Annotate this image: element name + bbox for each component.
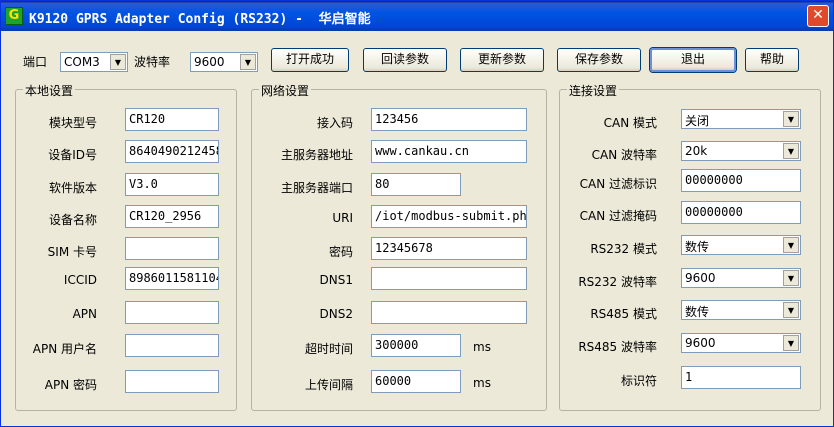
local-field-input[interactable]: CR120 (125, 108, 219, 131)
chevron-down-icon[interactable]: ▼ (783, 270, 799, 286)
network-field-label: 主服务器端口 (280, 181, 353, 195)
connection-field-label: RS232 波特率 (578, 275, 657, 289)
help-button[interactable]: 帮助 (745, 48, 799, 72)
open-port-button[interactable]: 打开成功 (271, 48, 349, 72)
local-field-label: 模块型号 (48, 116, 97, 130)
local-field-label: 设备名称 (48, 213, 97, 227)
baud-value: 9600 (194, 55, 225, 69)
port-value: COM3 (64, 55, 100, 69)
network-field-input[interactable]: 300000 (371, 334, 461, 357)
connection-field-select[interactable]: 数传 ▼ (681, 300, 801, 320)
save-params-button[interactable]: 保存参数 (557, 48, 641, 72)
network-field-input[interactable]: 123456 (371, 108, 527, 131)
exit-button[interactable]: 退出 (650, 48, 736, 72)
close-button[interactable]: ✕ (807, 5, 829, 27)
network-field-input[interactable] (371, 267, 527, 290)
title-bar[interactable]: G K9120 GPRS Adapter Config (RS232) - 华启… (1, 1, 833, 31)
read-params-button[interactable]: 回读参数 (363, 48, 447, 72)
connection-field-label: 标识符 (620, 374, 657, 388)
port-select[interactable]: COM3 ▼ (60, 52, 128, 72)
app-icon: G (5, 7, 23, 25)
local-field-label: 设备ID号 (48, 148, 97, 162)
connection-field-label: CAN 模式 (603, 116, 657, 130)
network-settings-title: 网络设置 (259, 82, 312, 99)
local-field-label: 软件版本 (48, 181, 97, 195)
network-field-unit: ms (473, 376, 491, 390)
chevron-down-icon[interactable]: ▼ (783, 143, 799, 159)
network-field-input[interactable]: 12345678 (371, 237, 527, 260)
network-field-label: 超时时间 (304, 342, 353, 356)
local-field-input[interactable] (125, 301, 219, 324)
local-field-input[interactable]: V3.0 (125, 173, 219, 196)
connection-field-value: 9600 (685, 271, 716, 285)
local-field-input[interactable] (125, 334, 219, 357)
connection-field-value: 关闭 (685, 114, 710, 128)
chevron-down-icon[interactable]: ▼ (110, 54, 126, 70)
local-field-label: APN 用户名 (32, 342, 97, 356)
chevron-down-icon[interactable]: ▼ (783, 111, 799, 127)
connection-field-value: 20k (685, 144, 708, 158)
connection-field-label: CAN 过滤标识 (579, 177, 657, 191)
network-field-input[interactable] (371, 301, 527, 324)
connection-field-input[interactable]: 1 (681, 366, 801, 389)
connection-field-label: RS232 模式 (590, 242, 657, 256)
local-field-label: SIM 卡号 (47, 245, 97, 259)
network-field-label: DNS1 (319, 273, 353, 287)
connection-field-select[interactable]: 20k ▼ (681, 141, 801, 161)
network-field-label: URI (332, 211, 353, 225)
local-field-input[interactable]: 8986011581104 (125, 267, 219, 290)
connection-field-value: 9600 (685, 336, 716, 350)
chevron-down-icon[interactable]: ▼ (240, 54, 256, 70)
local-field-label: APN (72, 307, 97, 321)
local-field-label: APN 密码 (44, 378, 97, 392)
network-field-unit: ms (473, 340, 491, 354)
baud-label: 波特率 (134, 55, 171, 69)
local-field-input[interactable]: 8640490212458 (125, 140, 219, 163)
network-field-label: DNS2 (319, 307, 353, 321)
network-field-label: 上传间隔 (304, 378, 353, 392)
network-field-input[interactable]: www.cankau.cn (371, 140, 527, 163)
connection-field-label: RS485 波特率 (578, 340, 657, 354)
update-params-button[interactable]: 更新参数 (460, 48, 544, 72)
baud-select[interactable]: 9600 ▼ (190, 52, 258, 72)
connection-field-label: RS485 模式 (590, 307, 657, 321)
local-field-label: ICCID (63, 273, 97, 287)
network-field-input[interactable]: 80 (371, 173, 461, 196)
network-field-input[interactable]: 60000 (371, 370, 461, 393)
connection-settings-title: 连接设置 (567, 82, 620, 99)
connection-field-label: CAN 波特率 (591, 148, 657, 162)
connection-field-input[interactable]: 00000000 (681, 169, 801, 192)
chevron-down-icon[interactable]: ▼ (783, 335, 799, 351)
local-field-input[interactable]: CR120_2956 (125, 205, 219, 228)
connection-field-select[interactable]: 9600 ▼ (681, 268, 801, 288)
config-window: G K9120 GPRS Adapter Config (RS232) - 华启… (0, 0, 834, 427)
local-settings-title: 本地设置 (23, 82, 76, 99)
network-field-input[interactable]: /iot/modbus-submit.php (371, 205, 527, 228)
connection-field-value: 数传 (685, 240, 710, 254)
network-field-label: 接入码 (316, 116, 353, 130)
local-field-input[interactable] (125, 237, 219, 260)
network-field-label: 主服务器地址 (280, 148, 353, 162)
network-field-label: 密码 (328, 245, 353, 259)
port-label: 端口 (23, 55, 48, 69)
connection-field-select[interactable]: 数传 ▼ (681, 235, 801, 255)
connection-field-label: CAN 过滤掩码 (579, 209, 657, 223)
connection-field-select[interactable]: 9600 ▼ (681, 333, 801, 353)
local-field-input[interactable] (125, 370, 219, 393)
window-title: K9120 GPRS Adapter Config (RS232) - 华启智能 (29, 12, 371, 27)
connection-field-input[interactable]: 00000000 (681, 201, 801, 224)
connection-field-select[interactable]: 关闭 ▼ (681, 109, 801, 129)
chevron-down-icon[interactable]: ▼ (783, 237, 799, 253)
connection-field-value: 数传 (685, 305, 710, 319)
chevron-down-icon[interactable]: ▼ (783, 302, 799, 318)
